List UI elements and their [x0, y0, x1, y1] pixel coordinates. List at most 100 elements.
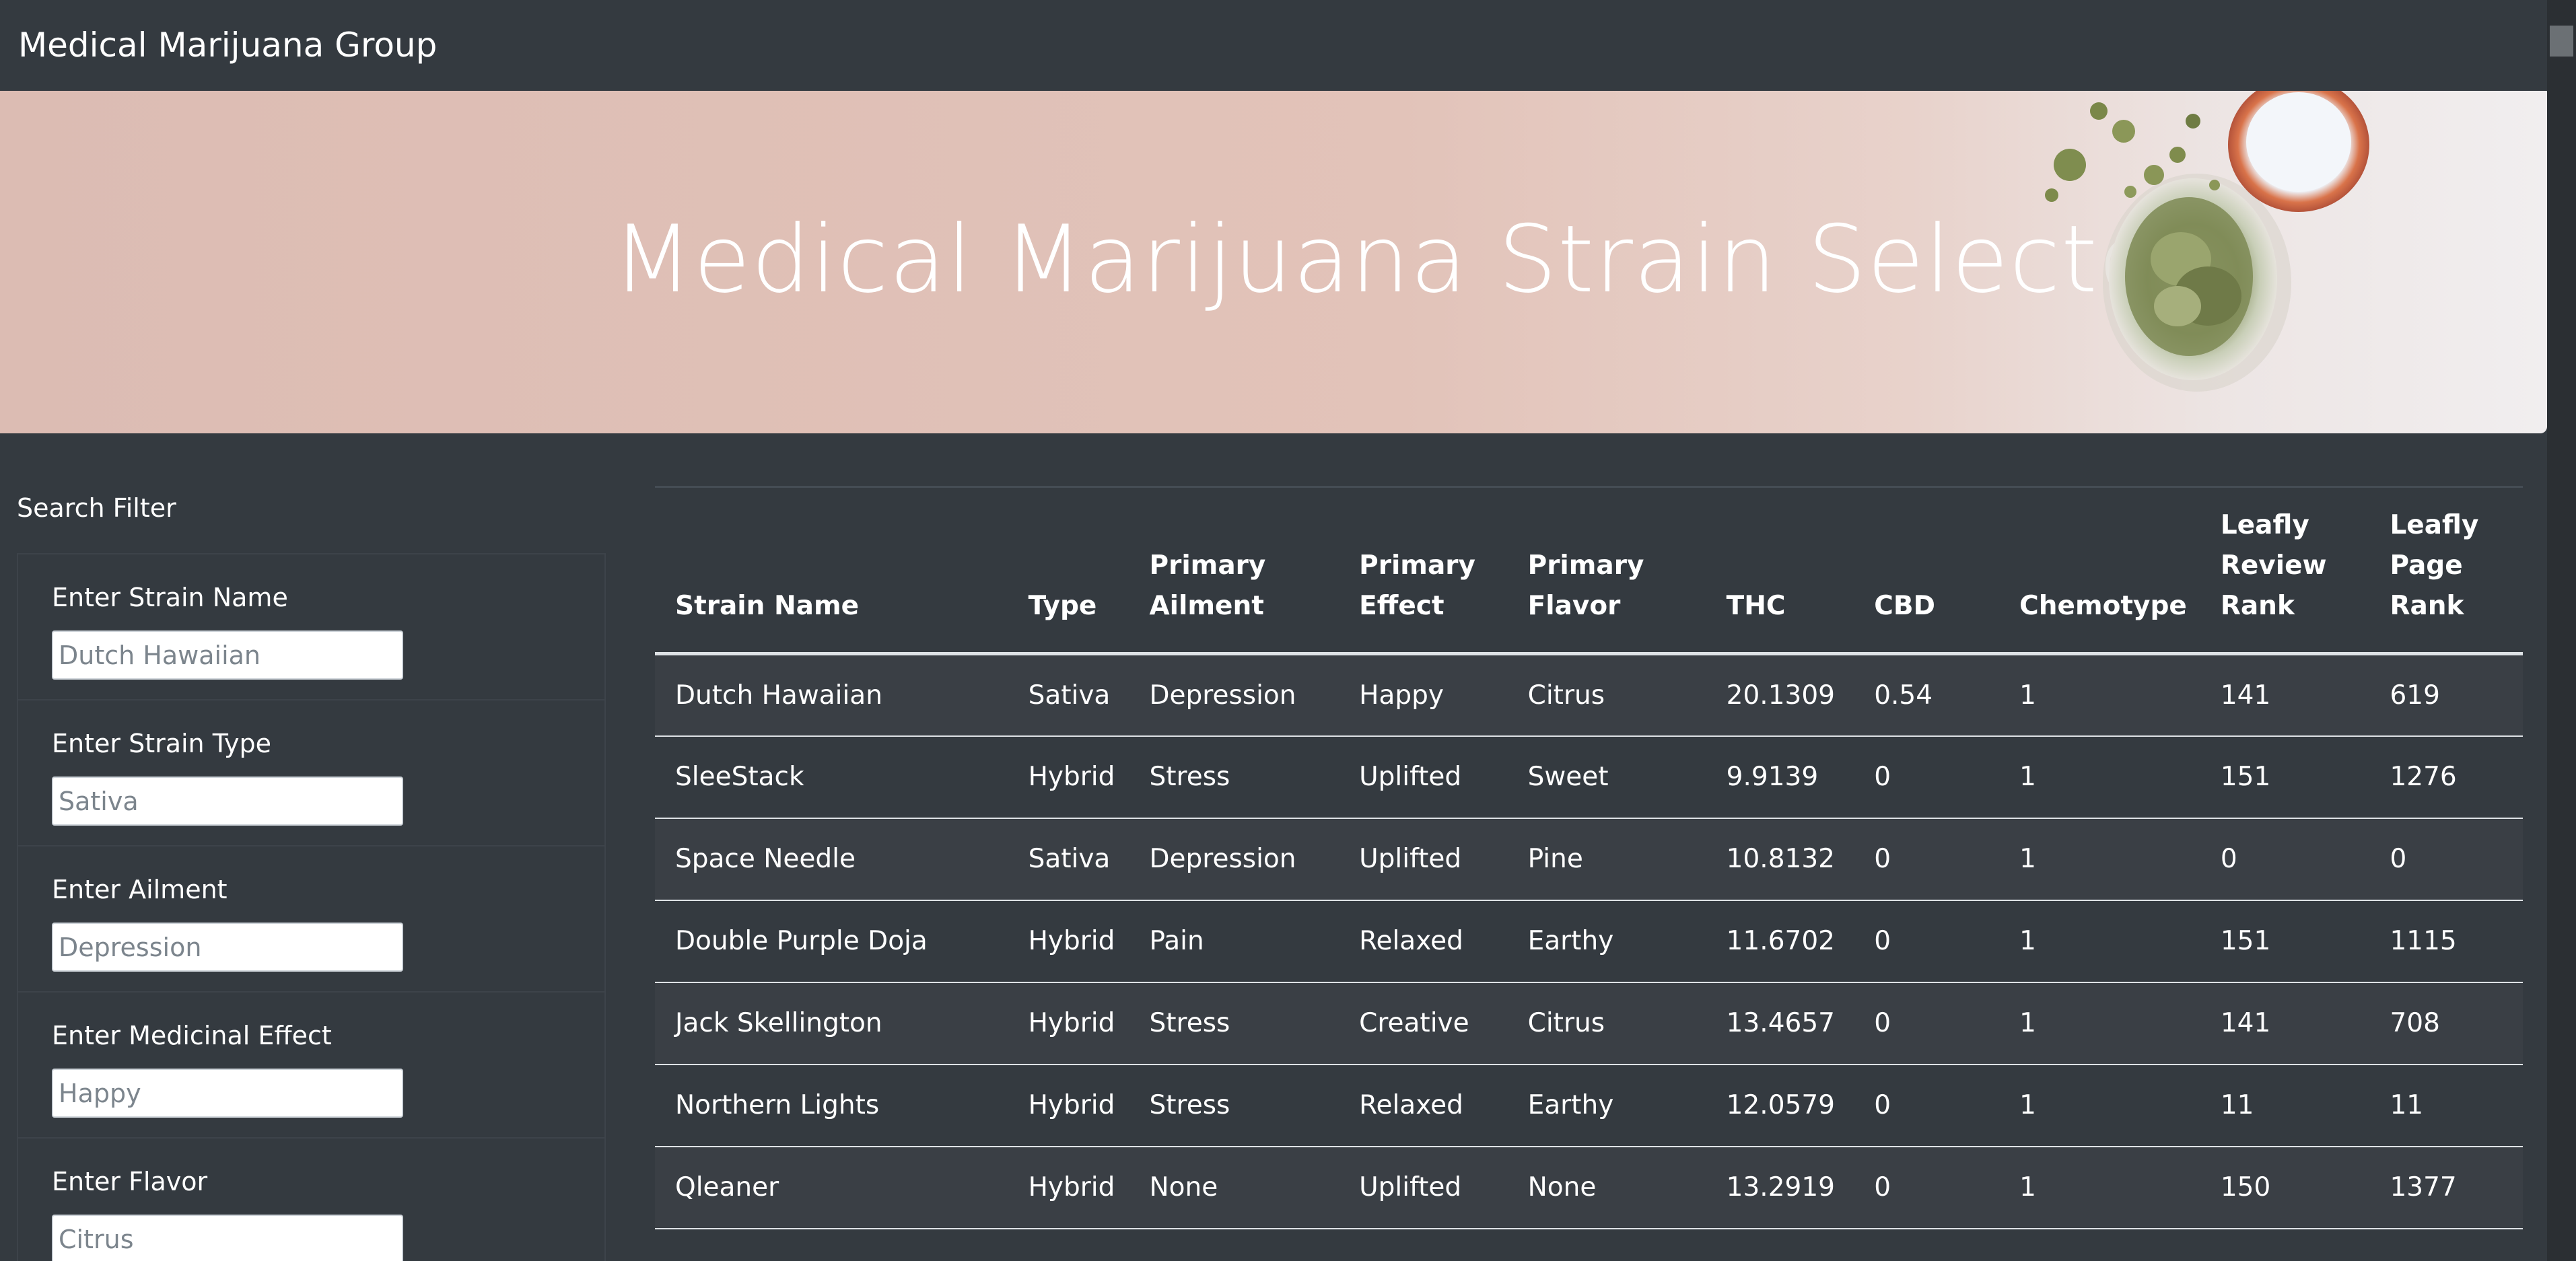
table-header: Strain Name Type Primary Ailment Primary Ef…: [655, 486, 2523, 655]
column-header: THC: [1706, 486, 1854, 655]
strain-type-input[interactable]: [52, 777, 403, 826]
table-cell: 13.2919: [1706, 1146, 1854, 1229]
table-cell: 1: [1999, 1146, 2200, 1229]
cannabis-bowl-image: [2045, 91, 2369, 392]
table-cell: Relaxed: [1339, 900, 1508, 983]
table-cell: Relaxed: [1339, 1064, 1508, 1147]
column-header: Type: [1008, 486, 1129, 655]
table-cell: 11: [2200, 1064, 2370, 1147]
table-cell: 151: [2200, 900, 2370, 983]
strain-name-label: Enter Strain Name: [52, 583, 288, 612]
table-cell: 0: [1854, 818, 2000, 901]
table-cell: 10.8132: [1706, 818, 1854, 901]
table-cell: 0: [1854, 1146, 2000, 1229]
filter-panel: Enter Strain Name Enter Strain Type Ente…: [17, 553, 606, 1261]
scrollbar-thumb[interactable]: [2550, 26, 2573, 57]
ailment-input[interactable]: [52, 923, 403, 972]
table-cell: 1276: [2369, 735, 2523, 819]
column-header: Chemotype: [1999, 486, 2200, 655]
table-cell: 0: [1854, 1064, 2000, 1147]
table-cell: 12.0579: [1706, 1064, 1854, 1147]
table-cell: 11.6702: [1706, 900, 1854, 983]
table-body: Dutch Hawaiian Sativa Depression Happy Citru…: [655, 653, 2523, 1229]
table-cell: Hybrid: [1008, 735, 1129, 819]
ailment-label: Enter Ailment: [52, 875, 228, 904]
table-row: Dutch Hawaiian Sativa Depression Happy Citru…: [655, 653, 2523, 737]
filter-group-strain-name: Enter Strain Name: [18, 554, 604, 700]
table-cell: 1: [1999, 900, 2200, 983]
table-row: Jack Skellington Hybrid Stress Creative Citr…: [655, 982, 2523, 1065]
column-header: Leafly Page Rank: [2369, 486, 2523, 655]
table-cell: Jack Skellington: [655, 982, 1008, 1065]
table-row: Northern Lights Hybrid Stress Relaxed Earthy…: [655, 1064, 2523, 1147]
filter-group-ailment: Enter Ailment: [18, 846, 604, 993]
column-header: Strain Name: [655, 486, 1008, 655]
hero-banner: Medical Marijuana Strain Selector: [0, 91, 2547, 433]
table-row: SleeStack Hybrid Stress Uplifted Sweet 9.9139…: [655, 735, 2523, 819]
table-cell: 0: [1854, 900, 2000, 983]
table-cell: 150: [2200, 1146, 2370, 1229]
table-cell: Uplifted: [1339, 735, 1508, 819]
table-cell: 1377: [2369, 1146, 2523, 1229]
table-cell: Double Purple Doja: [655, 900, 1008, 983]
table-cell: Pain: [1129, 900, 1339, 983]
table-cell: 9.9139: [1706, 735, 1854, 819]
table-cell: Sativa: [1008, 818, 1129, 901]
table-cell: None: [1129, 1146, 1339, 1229]
column-header: Leafly Review Rank: [2200, 486, 2370, 655]
table-cell: None: [1507, 1146, 1706, 1229]
table-cell: Happy: [1339, 653, 1508, 737]
table-cell: 708: [2369, 982, 2523, 1065]
table-cell: 0.54: [1854, 653, 2000, 737]
flavor-input[interactable]: [52, 1215, 403, 1261]
table-cell: Qleaner: [655, 1146, 1008, 1229]
table-cell: Hybrid: [1008, 982, 1129, 1065]
table-cell: Northern Lights: [655, 1064, 1008, 1147]
table-cell: Dutch Hawaiian: [655, 653, 1008, 737]
table-cell: 1: [1999, 818, 2200, 901]
table-cell: Depression: [1129, 653, 1339, 737]
medicinal-effect-input[interactable]: [52, 1069, 403, 1118]
table-row: Double Purple Doja Hybrid Pain Relaxed Earth…: [655, 900, 2523, 983]
table-cell: 0: [2369, 818, 2523, 901]
filter-group-strain-type: Enter Strain Type: [18, 700, 604, 846]
brand-link[interactable]: Medical Marijuana Group: [18, 26, 437, 65]
column-header: Primary Effect: [1339, 486, 1508, 655]
table-cell: Stress: [1129, 735, 1339, 819]
column-header: Primary Ailment: [1129, 486, 1339, 655]
strain-table-container: Strain Name Type Primary Ailment Primary Ef…: [655, 486, 2523, 1229]
table-cell: Space Needle: [655, 818, 1008, 901]
table-cell: 11: [2369, 1064, 2523, 1147]
table-cell: 151: [2200, 735, 2370, 819]
column-header: CBD: [1854, 486, 2000, 655]
table-cell: Hybrid: [1008, 1146, 1129, 1229]
table-cell: 1: [1999, 735, 2200, 819]
table-cell: Sweet: [1507, 735, 1706, 819]
table-cell: Uplifted: [1339, 1146, 1508, 1229]
table-cell: Earthy: [1507, 1064, 1706, 1147]
table-cell: 1115: [2369, 900, 2523, 983]
strain-table: Strain Name Type Primary Ailment Primary Ef…: [655, 486, 2523, 1229]
filter-group-medicinal-effect: Enter Medicinal Effect: [18, 993, 604, 1139]
table-cell: Depression: [1129, 818, 1339, 901]
table-cell: Sativa: [1008, 653, 1129, 737]
table-cell: 1: [1999, 982, 2200, 1065]
table-cell: Hybrid: [1008, 1064, 1129, 1147]
table-cell: 619: [2369, 653, 2523, 737]
table-cell: 0: [1854, 982, 2000, 1065]
table-cell: Citrus: [1507, 982, 1706, 1065]
table-cell: 1: [1999, 1064, 2200, 1147]
table-row: Space Needle Sativa Depression Uplifted Pine…: [655, 818, 2523, 901]
filter-group-flavor: Enter Flavor: [18, 1139, 604, 1261]
table-cell: Uplifted: [1339, 818, 1508, 901]
page-scrollbar[interactable]: [2547, 0, 2576, 1261]
table-cell: Pine: [1507, 818, 1706, 901]
strain-name-input[interactable]: [52, 630, 403, 680]
page: Medical Marijuana Group Medical Marijuan…: [0, 0, 2576, 1261]
table-cell: Stress: [1129, 982, 1339, 1065]
header-row: Strain Name Type Primary Ailment Primary Ef…: [655, 486, 2523, 655]
table-cell: 1: [1999, 653, 2200, 737]
top-navbar: Medical Marijuana Group: [0, 0, 2547, 91]
table-cell: Earthy: [1507, 900, 1706, 983]
search-filter-heading: Search Filter: [17, 493, 176, 523]
